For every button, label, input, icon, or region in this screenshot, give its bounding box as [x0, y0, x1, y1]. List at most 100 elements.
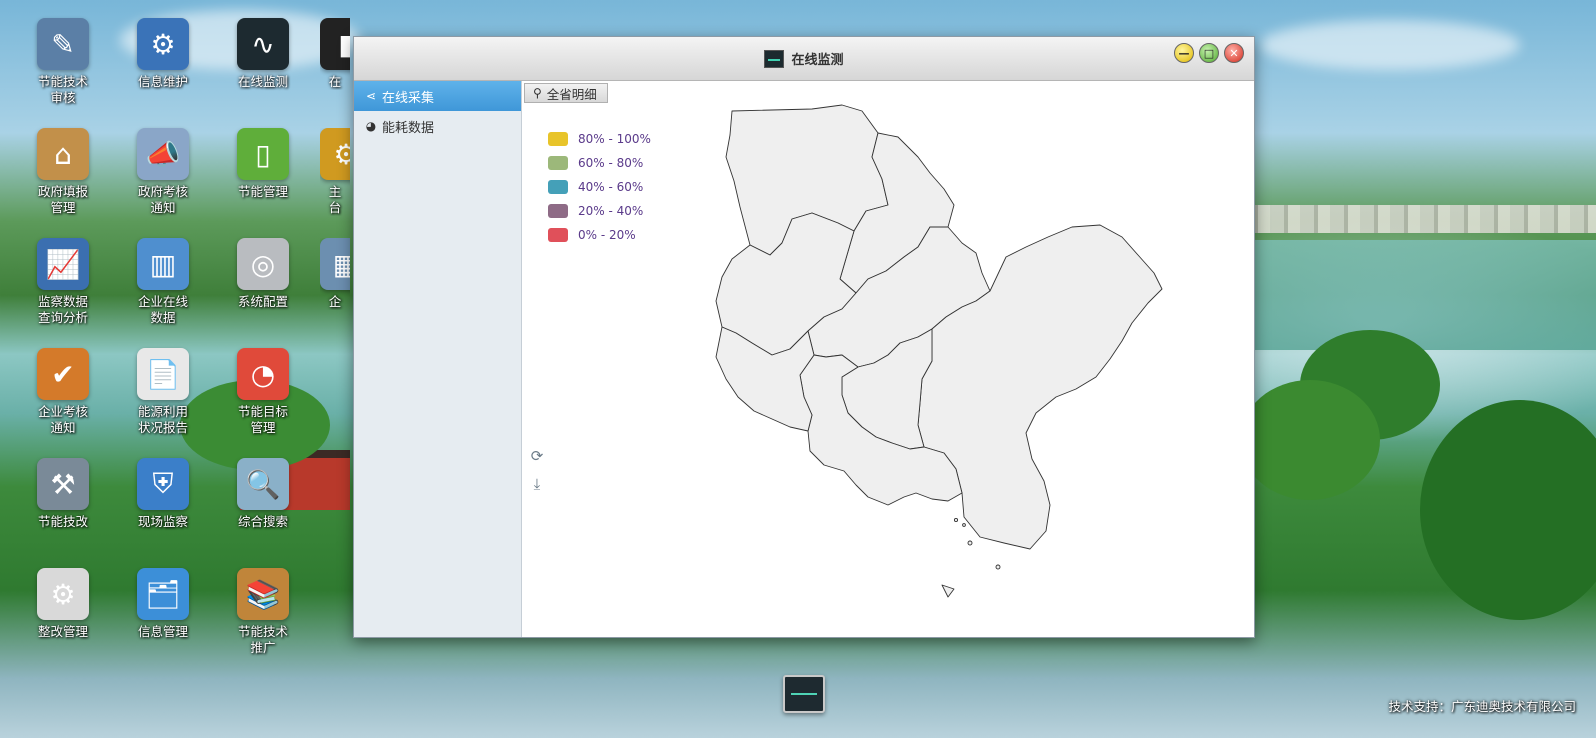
desktop-icon-label: 信息管理 — [137, 624, 188, 639]
desktop-icon[interactable]: ▮ 在 — [320, 18, 350, 90]
government-building-icon: ⌂ — [37, 128, 89, 180]
desktop-icon[interactable]: ◔ 节能目标 管理 — [220, 348, 306, 436]
legend-swatch — [548, 180, 568, 194]
gears-icon: ⚙ — [137, 18, 189, 70]
desktop-icon-label: 整改管理 — [37, 624, 88, 639]
legend-item[interactable]: 40% - 60% — [548, 175, 651, 199]
hard-disk-icon: ◎ — [237, 238, 289, 290]
megaphone-icon: 📣 — [137, 128, 189, 180]
desktop-icon-label: 信息维护 — [137, 74, 188, 89]
battery-icon: ▯ — [237, 128, 289, 180]
desktop-icon[interactable]: ⌂ 政府填报 管理 — [20, 128, 106, 216]
desktop-icon[interactable]: ⚙ 主 台 — [320, 128, 350, 216]
legend-label: 80% - 100% — [578, 132, 651, 146]
desktop-icon-label: 企业在线 数据 — [137, 294, 188, 325]
minimize-button[interactable]: — — [1174, 43, 1194, 63]
province-detail-label: 全省明细 — [546, 86, 597, 102]
desktop-icon-label: 在 — [328, 74, 342, 89]
desktop-icon[interactable]: ▯ 节能管理 — [220, 128, 306, 200]
tools-icon: ⚒ — [37, 458, 89, 510]
magnifier-icon: 🔍 — [237, 458, 289, 510]
desktop-icon[interactable]: 📚 节能技术 推广 — [220, 568, 306, 656]
gear-document-icon: ⚙ — [37, 568, 89, 620]
maximize-button[interactable]: □ — [1199, 43, 1219, 63]
bar-chart-icon: ▥ — [137, 238, 189, 290]
province-detail-button[interactable]: ⚲ 全省明细 — [524, 83, 608, 103]
desktop-icon-label: 主 台 — [328, 184, 342, 215]
legend-item[interactable]: 80% - 100% — [548, 127, 651, 151]
share-icon: ⋖ — [365, 89, 377, 103]
desktop-icon-label: 系统配置 — [237, 294, 288, 309]
map-legend: 80% - 100% 60% - 80% 40% - 60% 20% - 40%… — [548, 127, 651, 247]
legend-label: 60% - 80% — [578, 156, 644, 170]
online-monitoring-window: 在线监测 — □ ✕ ⋖ 在线采集 ◕ 能耗数据 ⚲ 全省明细 80% - 10… — [353, 36, 1255, 638]
close-button[interactable]: ✕ — [1224, 43, 1244, 63]
desktop-icon-label: 企业考核 通知 — [37, 404, 88, 435]
report-chart-icon: 📄 — [137, 348, 189, 400]
window-titlebar[interactable]: 在线监测 — □ ✕ — [354, 37, 1254, 81]
desktop-icon-label: 节能技术 审核 — [37, 74, 88, 105]
desktop-icon[interactable]: 📄 能源利用 状况报告 — [120, 348, 206, 436]
desktop-icon-label: 节能目标 管理 — [237, 404, 288, 435]
desktop-icon[interactable]: 🔍 综合搜索 — [220, 458, 306, 530]
desktop-icon-label: 节能技术 推广 — [237, 624, 288, 655]
desktop-icon-label: 综合搜索 — [237, 514, 288, 529]
legend-item[interactable]: 0% - 20% — [548, 223, 651, 247]
legend-label: 20% - 40% — [578, 204, 644, 218]
window-title: 在线监测 — [791, 53, 844, 68]
monitor-icon — [764, 49, 785, 68]
chart-monitor-icon: 📈 — [37, 238, 89, 290]
desktop-icon[interactable]: ∿ 在线监测 — [220, 18, 306, 90]
desktop-icon[interactable]: ⛨ 现场监察 — [120, 458, 206, 530]
desktop-icon[interactable]: ⚙ 整改管理 — [20, 568, 106, 640]
legend-swatch — [548, 204, 568, 218]
desktop-icon-label: 现场监察 — [137, 514, 188, 529]
folder-cabinet-icon: 🗂 — [137, 568, 189, 620]
desktop-icon-label: 节能管理 — [237, 184, 288, 199]
tech-support-note: 技术支持：广东迪奥技术有限公司 — [1388, 699, 1576, 714]
desktop-icon[interactable]: ▥ 企业在线 数据 — [120, 238, 206, 326]
desktop-icon[interactable]: ✔ 企业考核 通知 — [20, 348, 106, 436]
window-controls: — □ ✕ — [1174, 43, 1244, 63]
window-sidebar: ⋖ 在线采集 ◕ 能耗数据 — [354, 81, 522, 637]
legend-label: 40% - 60% — [578, 180, 644, 194]
sidebar-item-online-collection[interactable]: ⋖ 在线采集 — [354, 81, 521, 111]
refresh-icon[interactable]: ⟳ — [528, 447, 546, 465]
desktop-icon-label: 在线监测 — [237, 74, 288, 89]
gauge-icon: ◔ — [237, 348, 289, 400]
legend-swatch — [548, 132, 568, 146]
desktop-icon[interactable]: ⚙ 信息维护 — [120, 18, 206, 90]
building-icon: ▦ — [320, 238, 350, 290]
desktop-icon[interactable]: 📈 监察数据 查询分析 — [20, 238, 106, 326]
desktop-icon-label: 企 — [328, 294, 342, 309]
monitor-icon: ▮ — [320, 18, 350, 70]
desktop-icon-label: 能源利用 状况报告 — [137, 404, 188, 435]
desktop-icon[interactable]: ⚒ 节能技改 — [20, 458, 106, 530]
legend-item[interactable]: 60% - 80% — [548, 151, 651, 175]
desktop-icon[interactable]: ▦ 企 — [320, 238, 350, 310]
gear-icon: ⚙ — [320, 128, 350, 180]
legend-item[interactable]: 20% - 40% — [548, 199, 651, 223]
desktop-icon-label: 政府考核 通知 — [137, 184, 188, 215]
desktop-icon[interactable]: 🗂 信息管理 — [120, 568, 206, 640]
search-icon: ⚲ — [533, 86, 542, 100]
desktop-icon[interactable]: 📣 政府考核 通知 — [120, 128, 206, 216]
document-pen-icon: ✎ — [37, 18, 89, 70]
shield-camera-icon: ⛨ — [137, 458, 189, 510]
desktop-icon-label: 节能技改 — [37, 514, 88, 529]
download-icon[interactable]: ⤓ — [528, 475, 546, 493]
sidebar-item-label: 在线采集 — [382, 90, 435, 106]
sidebar-item-label: 能耗数据 — [382, 120, 435, 136]
desktop-icon[interactable]: ◎ 系统配置 — [220, 238, 306, 310]
legend-label: 0% - 20% — [578, 228, 636, 242]
taskbar-monitor-icon[interactable] — [783, 675, 825, 713]
desktop-icon[interactable]: ✎ 节能技术 审核 — [20, 18, 106, 106]
desktop-icon-label: 政府填报 管理 — [37, 184, 88, 215]
legend-swatch — [548, 228, 568, 242]
region-map — [715, 104, 1163, 598]
desktop-icon-label: 监察数据 查询分析 — [37, 294, 88, 325]
clipboard-check-icon: ✔ — [37, 348, 89, 400]
map-content-area: ⚲ 全省明细 80% - 100% 60% - 80% 40% - 60% 20… — [522, 81, 1254, 637]
legend-swatch — [548, 156, 568, 170]
sidebar-item-energy-data[interactable]: ◕ 能耗数据 — [354, 111, 521, 141]
